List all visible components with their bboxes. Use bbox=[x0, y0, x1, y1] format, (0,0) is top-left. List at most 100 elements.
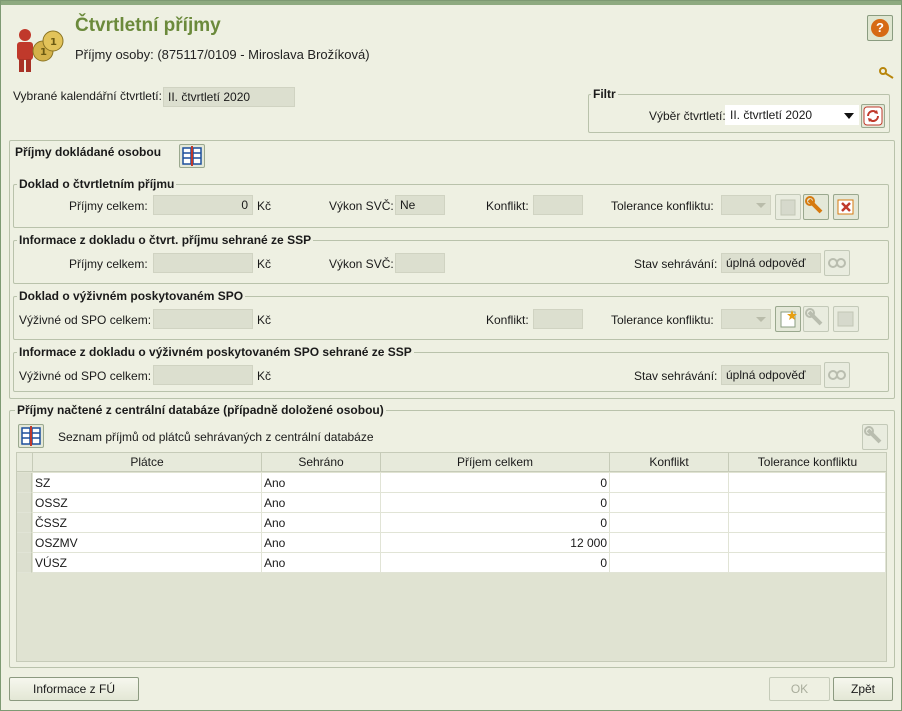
ssp-income-field bbox=[153, 253, 253, 273]
alimony-tolerance-select[interactable] bbox=[721, 309, 771, 329]
ssp-view-button[interactable] bbox=[824, 250, 850, 276]
central-edit-button[interactable] bbox=[18, 424, 44, 448]
table-cell bbox=[610, 553, 729, 573]
row-selector[interactable] bbox=[17, 513, 32, 533]
alimony-edit-button[interactable] bbox=[803, 306, 829, 332]
table-row[interactable]: ČSSZ Ano 0 bbox=[17, 513, 886, 533]
ssp-currency: Kč bbox=[257, 257, 272, 271]
table-cell: 0 bbox=[381, 473, 610, 493]
table-cell: Ano bbox=[262, 473, 381, 493]
quarterly-income-field: 0 bbox=[153, 195, 253, 215]
delete-icon bbox=[837, 311, 854, 327]
tax-office-info-button[interactable]: Informace z FÚ bbox=[9, 677, 139, 701]
row-selector[interactable] bbox=[17, 533, 32, 553]
table-header: Plátce Sehráno Příjem celkem Konflikt To… bbox=[17, 453, 886, 472]
column-header[interactable]: Tolerance konfliktu bbox=[729, 453, 886, 472]
table-cell bbox=[729, 533, 886, 553]
filter-quarter-label: Výběr čtvrtletí: bbox=[649, 109, 726, 123]
wrench-icon bbox=[805, 196, 823, 214]
table-cell bbox=[610, 513, 729, 533]
column-header[interactable]: Plátce bbox=[33, 453, 262, 472]
table-cell: 0 bbox=[381, 513, 610, 533]
alimony-add-button[interactable] bbox=[775, 306, 801, 332]
alimony-ssp-label: Výživné od SPO celkem: bbox=[19, 369, 152, 383]
key-icon[interactable] bbox=[879, 67, 895, 79]
alimony-ssp-match-label: Stav sehrávání: bbox=[634, 369, 718, 383]
central-detail-button[interactable] bbox=[862, 424, 888, 450]
chevron-down-icon bbox=[756, 203, 766, 208]
quarterly-tolerance-select[interactable] bbox=[721, 195, 771, 215]
alimony-delete-button[interactable] bbox=[833, 306, 859, 332]
alimony-tolerance-label: Tolerance konfliktu: bbox=[611, 313, 714, 327]
row-selector[interactable] bbox=[17, 553, 32, 573]
wrench-icon bbox=[864, 426, 882, 444]
table-cell bbox=[729, 473, 886, 493]
table-cell bbox=[610, 493, 729, 513]
quarterly-svc-label: Výkon SVČ: bbox=[329, 199, 394, 213]
new-document-icon bbox=[780, 310, 797, 328]
new-document-icon bbox=[780, 199, 796, 216]
income-table: Plátce Sehráno Příjem celkem Konflikt To… bbox=[16, 452, 887, 662]
selected-quarter-field: II. čtvrtletí 2020 bbox=[163, 87, 295, 107]
quarterly-tolerance-label: Tolerance konfliktu: bbox=[611, 199, 714, 213]
table-cell: Ano bbox=[262, 553, 381, 573]
quarterly-delete-button[interactable] bbox=[833, 194, 859, 220]
glasses-icon bbox=[828, 370, 846, 380]
alimony-ssp-view-button[interactable] bbox=[824, 362, 850, 388]
row-header-corner bbox=[17, 453, 33, 472]
person-subtitle: Příjmy osoby: (875117/0109 - Miroslava B… bbox=[75, 47, 370, 62]
central-list-title: Seznam příjmů od plátců sehrávaných z ce… bbox=[58, 430, 374, 444]
wrench-icon bbox=[805, 308, 823, 326]
quarterly-income-label: Příjmy celkem: bbox=[69, 199, 148, 213]
svg-text:1: 1 bbox=[50, 37, 57, 48]
quarterly-ssp-legend: Informace z dokladu o čtvrt. příjmu sehr… bbox=[17, 233, 314, 247]
help-button[interactable]: ? bbox=[867, 15, 893, 41]
row-selector[interactable] bbox=[17, 473, 32, 493]
table-cell: ČSSZ bbox=[33, 513, 262, 533]
alimony-field bbox=[153, 309, 253, 329]
back-button[interactable]: Zpět bbox=[833, 677, 893, 701]
alimony-conflict-field bbox=[533, 309, 583, 329]
filter-legend: Filtr bbox=[591, 87, 618, 101]
column-header[interactable]: Konflikt bbox=[610, 453, 729, 472]
column-header[interactable]: Sehráno bbox=[262, 453, 381, 472]
help-icon: ? bbox=[871, 19, 889, 37]
dialog-window: 1 1 Čtvrtletní příjmy Příjmy osoby: (875… bbox=[0, 0, 902, 711]
quarterly-doc-legend: Doklad o čtvrtletním příjmu bbox=[17, 177, 177, 191]
table-edit-icon bbox=[182, 146, 202, 166]
ok-button[interactable]: OK bbox=[769, 677, 830, 701]
alimony-ssp-match-field: úplná odpověď bbox=[721, 365, 821, 385]
table-row[interactable]: OSSZ Ano 0 bbox=[17, 493, 886, 513]
documented-edit-button[interactable] bbox=[179, 144, 205, 168]
refresh-icon bbox=[863, 106, 883, 126]
delete-icon bbox=[837, 199, 854, 215]
quarterly-edit-button[interactable] bbox=[803, 194, 829, 220]
row-selector[interactable] bbox=[17, 493, 32, 513]
quarterly-add-button[interactable] bbox=[775, 194, 801, 220]
quarter-select[interactable]: II. čtvrtletí 2020 bbox=[725, 105, 859, 125]
table-cell: VÚSZ bbox=[33, 553, 262, 573]
table-cell: 0 bbox=[381, 553, 610, 573]
glasses-icon bbox=[828, 258, 846, 268]
header: 1 1 Čtvrtletní příjmy Příjmy osoby: (875… bbox=[1, 5, 901, 79]
alimony-ssp-legend: Informace z dokladu o výživném poskytova… bbox=[17, 345, 414, 359]
column-header[interactable]: Příjem celkem bbox=[381, 453, 610, 472]
documented-income-title: Příjmy dokládané osobou bbox=[15, 145, 162, 159]
chevron-down-icon bbox=[756, 317, 766, 322]
selected-quarter-label: Vybrané kalendářní čtvrtletí: bbox=[13, 89, 162, 103]
table-row[interactable]: VÚSZ Ano 0 bbox=[17, 553, 886, 573]
ssp-svc-label: Výkon SVČ: bbox=[329, 257, 394, 271]
quarter-select-value: II. čtvrtletí 2020 bbox=[730, 108, 813, 122]
page-title: Čtvrtletní příjmy bbox=[75, 15, 221, 36]
table-cell: 12 000 bbox=[381, 533, 610, 553]
refresh-button[interactable] bbox=[861, 104, 885, 128]
table-cell: Ano bbox=[262, 513, 381, 533]
person-coins-icon: 1 1 bbox=[17, 29, 64, 72]
table-cell bbox=[729, 493, 886, 513]
table-row[interactable]: SZ Ano 0 bbox=[17, 473, 886, 493]
alimony-conflict-label: Konflikt: bbox=[486, 313, 529, 327]
svg-text:1: 1 bbox=[40, 47, 47, 58]
table-row[interactable]: OSZMV Ano 12 000 bbox=[17, 533, 886, 553]
alimony-doc-legend: Doklad o výživném poskytovaném SPO bbox=[17, 289, 246, 303]
central-db-legend: Příjmy načtené z centrální databáze (pří… bbox=[15, 403, 386, 417]
